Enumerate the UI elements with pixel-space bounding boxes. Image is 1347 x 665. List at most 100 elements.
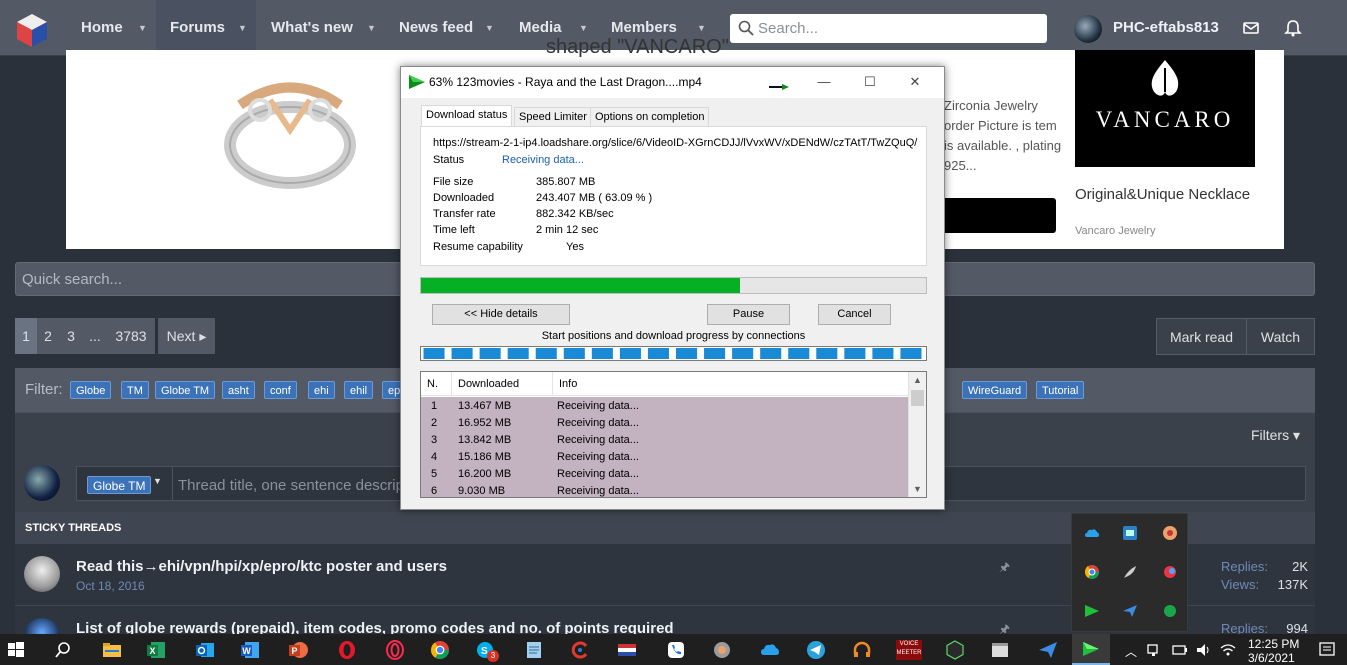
chevron-down-icon[interactable]: ▼ bbox=[913, 484, 922, 494]
idm-taskbar-button[interactable] bbox=[1072, 634, 1110, 665]
cloud-icon[interactable] bbox=[1084, 525, 1100, 541]
table-row[interactable]: 5 16.200 MB Receiving data... bbox=[421, 465, 908, 482]
app-icon[interactable] bbox=[1162, 525, 1178, 541]
chevron-down-icon[interactable]: ▼ bbox=[485, 0, 494, 56]
notifications-icon[interactable] bbox=[1318, 641, 1336, 659]
telegram-icon[interactable] bbox=[806, 640, 826, 660]
app-icon[interactable] bbox=[1162, 603, 1178, 619]
maximize-icon[interactable]: ☐ bbox=[861, 73, 879, 91]
scrollbar-thumb[interactable] bbox=[911, 390, 924, 406]
chevron-down-icon[interactable]: ▼ bbox=[138, 0, 147, 56]
ad-title[interactable]: Original&Unique Necklace bbox=[1075, 185, 1275, 205]
next-page-button[interactable]: Next ▸ bbox=[158, 318, 215, 354]
skype-app[interactable]: S 3 bbox=[475, 640, 499, 662]
chrome-icon[interactable] bbox=[430, 640, 450, 660]
tab-download-status[interactable]: Download status bbox=[421, 105, 513, 127]
powerpoint-icon[interactable]: P bbox=[288, 640, 308, 660]
tab-speed-limiter[interactable]: Speed Limiter bbox=[514, 107, 592, 127]
file-explorer-icon[interactable] bbox=[102, 640, 122, 660]
send-icon[interactable] bbox=[1122, 603, 1138, 619]
username-link[interactable]: PHC-eftabs813 bbox=[1113, 19, 1219, 36]
watch-button[interactable]: Watch bbox=[1246, 318, 1315, 355]
headphones-icon[interactable] bbox=[852, 640, 872, 660]
search-icon[interactable] bbox=[53, 640, 73, 660]
hide-details-button[interactable]: << Hide details bbox=[432, 304, 570, 325]
thread-title[interactable]: Read this→ehi/vpn/hpi/xp/epro/ktc poster… bbox=[76, 558, 447, 575]
column-header[interactable]: Downloaded bbox=[451, 372, 552, 396]
nox-icon[interactable] bbox=[945, 640, 965, 660]
page-ellipsis[interactable]: ... bbox=[83, 318, 107, 354]
close-icon[interactable]: ✕ bbox=[906, 73, 924, 91]
chevron-up-icon[interactable]: ▲ bbox=[913, 375, 922, 385]
chevron-up-icon[interactable]: ︿ bbox=[1125, 643, 1137, 660]
minimize-icon[interactable]: — bbox=[815, 73, 833, 91]
quick-search-input[interactable] bbox=[22, 269, 382, 289]
filter-tag[interactable]: Globe TM bbox=[155, 381, 216, 399]
nav-whats-new[interactable]: What's new ▼ bbox=[256, 0, 384, 56]
chevron-down-icon[interactable]: ▼ bbox=[153, 476, 162, 486]
word-icon[interactable]: W bbox=[240, 640, 260, 660]
outlook-icon[interactable] bbox=[195, 640, 215, 660]
site-logo-icon[interactable] bbox=[14, 12, 50, 48]
window-icon[interactable] bbox=[990, 640, 1010, 660]
voicemeeter-icon[interactable]: VOICE MEETER bbox=[896, 640, 922, 660]
excel-icon[interactable]: X bbox=[146, 640, 166, 660]
inbox-icon[interactable] bbox=[1241, 18, 1261, 38]
filter-tag[interactable]: WireGuard bbox=[962, 381, 1028, 399]
send-icon[interactable] bbox=[1038, 640, 1058, 660]
opera-gx-icon[interactable] bbox=[385, 640, 405, 660]
filter-tag[interactable]: Tutorial bbox=[1036, 381, 1085, 399]
scrollbar[interactable]: ▲ ▼ bbox=[908, 372, 926, 497]
filter-tag[interactable]: ehi bbox=[308, 381, 335, 399]
filter-tag[interactable]: TM bbox=[121, 381, 149, 399]
phone-icon[interactable] bbox=[666, 640, 686, 660]
page-3[interactable]: 3 bbox=[59, 318, 83, 354]
filters-button[interactable]: Filters ▾ bbox=[1251, 427, 1300, 444]
chrome-icon[interactable] bbox=[1084, 564, 1100, 580]
battery-icon[interactable] bbox=[1172, 642, 1188, 658]
app-icon[interactable] bbox=[1162, 564, 1178, 580]
clock-date[interactable]: 3/6/2021 bbox=[1248, 651, 1295, 665]
network-app-icon[interactable] bbox=[1122, 525, 1138, 541]
ad-cta-button[interactable] bbox=[940, 198, 1056, 233]
dialog-titlebar[interactable]: 63% 123movies - Raya and the Last Dragon… bbox=[401, 67, 944, 98]
avatar[interactable] bbox=[1074, 15, 1102, 43]
page-2[interactable]: 2 bbox=[37, 318, 59, 354]
flag-app-icon[interactable] bbox=[617, 640, 637, 660]
bell-icon[interactable] bbox=[1283, 18, 1303, 38]
app-icon[interactable] bbox=[712, 640, 732, 660]
filter-tag[interactable]: conf bbox=[264, 381, 297, 399]
thread-date[interactable]: Oct 18, 2016 bbox=[76, 579, 145, 593]
wifi-icon[interactable] bbox=[1220, 642, 1236, 658]
notepad-icon[interactable] bbox=[524, 640, 544, 660]
filter-tag[interactable]: asht bbox=[222, 381, 255, 399]
thread-prefix-select[interactable]: Globe TM bbox=[87, 476, 152, 494]
table-row[interactable]: 3 13.842 MB Receiving data... bbox=[421, 431, 908, 448]
chevron-down-icon[interactable]: ▼ bbox=[367, 0, 376, 56]
search-input[interactable] bbox=[758, 18, 1038, 39]
table-row[interactable]: 6 9.030 MB Receiving data... bbox=[421, 482, 908, 497]
tab-options-on-completion[interactable]: Options on completion bbox=[590, 107, 710, 127]
filter-tag[interactable]: Globe bbox=[70, 381, 112, 399]
feather-icon[interactable] bbox=[1122, 564, 1138, 580]
cancel-button[interactable]: Cancel bbox=[818, 304, 891, 325]
table-row[interactable]: 4 15.186 MB Receiving data... bbox=[421, 448, 908, 465]
volume-icon[interactable] bbox=[1196, 642, 1212, 658]
nav-home[interactable]: Home ▼ bbox=[66, 0, 156, 56]
column-header[interactable]: N. bbox=[421, 372, 451, 396]
ccleaner-icon[interactable] bbox=[570, 640, 590, 660]
pause-button[interactable]: Pause bbox=[707, 304, 790, 325]
filter-tag[interactable]: ehil bbox=[344, 381, 374, 399]
page-last[interactable]: 3783 bbox=[107, 318, 155, 354]
chevron-down-icon[interactable]: ▼ bbox=[238, 0, 247, 56]
idm-arrow-icon[interactable] bbox=[1084, 603, 1100, 619]
table-row[interactable]: 2 16.952 MB Receiving data... bbox=[421, 414, 908, 431]
nav-news-feed[interactable]: News feed ▼ bbox=[384, 0, 504, 56]
table-row[interactable]: 1 13.467 MB Receiving data... bbox=[421, 397, 908, 414]
clock-time[interactable]: 12:25 PM bbox=[1248, 637, 1299, 651]
cloud-icon[interactable] bbox=[760, 640, 780, 660]
speakerphone-icon[interactable] bbox=[1146, 642, 1162, 658]
site-search[interactable] bbox=[730, 14, 1047, 43]
opera-icon[interactable] bbox=[337, 640, 357, 660]
page-1[interactable]: 1 bbox=[15, 318, 37, 354]
